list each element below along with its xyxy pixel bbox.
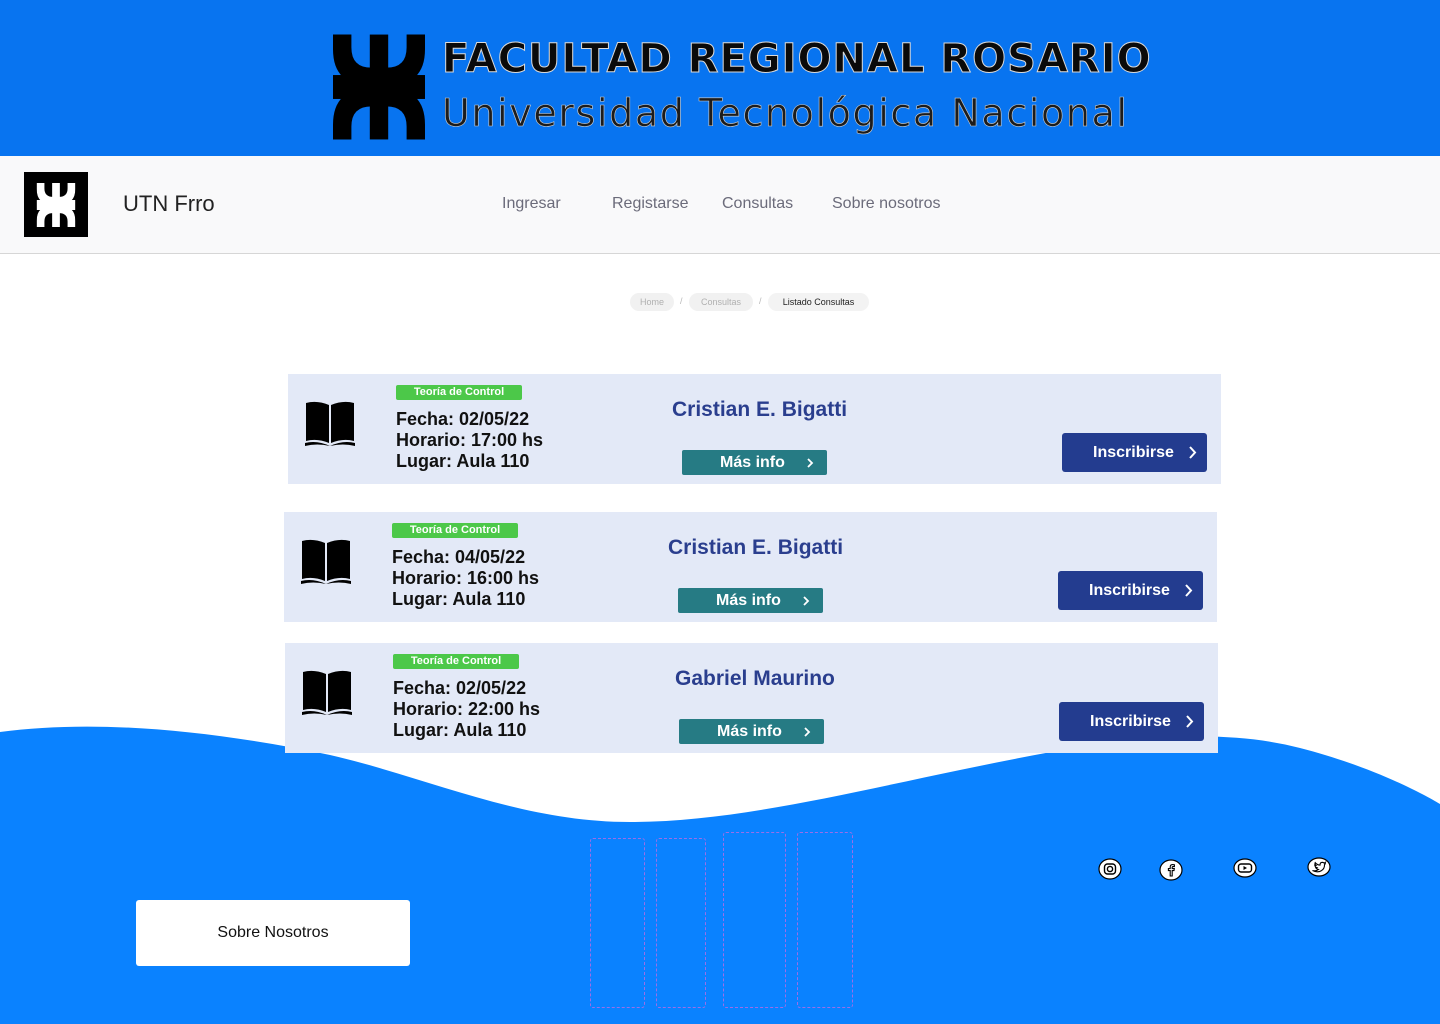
footer-placeholder-column xyxy=(797,832,853,1008)
breadcrumb-separator: / xyxy=(680,296,683,306)
facebook-icon[interactable] xyxy=(1159,859,1183,881)
utn-logo-icon xyxy=(333,34,425,140)
consulta-horario: Horario: 16:00 hs xyxy=(392,568,540,588)
nav-logo[interactable] xyxy=(24,172,88,237)
breadcrumb-separator: / xyxy=(759,296,762,306)
footer-placeholder-column xyxy=(656,838,706,1008)
inscribirse-button[interactable]: Inscribirse xyxy=(1058,571,1203,610)
instagram-icon[interactable] xyxy=(1098,858,1122,880)
professor-name: Gabriel Maurino xyxy=(675,667,835,690)
consulta-horario: Horario: 17:00 hs xyxy=(396,430,544,450)
consulta-fecha: Fecha: 04/05/22 xyxy=(392,547,526,567)
chevron-right-icon xyxy=(803,596,810,606)
footer-placeholder-column xyxy=(723,832,786,1008)
consulta-lugar: Lugar: Aula 110 xyxy=(396,451,530,471)
chevron-right-icon xyxy=(1185,584,1193,597)
inscribirse-label: Inscribirse xyxy=(1089,582,1170,599)
youtube-icon[interactable] xyxy=(1233,858,1257,880)
inscribirse-label: Inscribirse xyxy=(1093,444,1174,461)
footer-placeholder-column xyxy=(590,838,645,1008)
consulta-fecha: Fecha: 02/05/22 xyxy=(396,409,530,429)
chevron-right-icon xyxy=(1189,446,1197,459)
mas-info-label: Más info xyxy=(720,454,785,471)
brand-name[interactable]: UTN Frro xyxy=(123,191,215,217)
inscribirse-button[interactable]: Inscribirse xyxy=(1062,433,1207,472)
navbar: UTN Frro Ingresar Registarse Consultas S… xyxy=(0,156,1440,254)
nav-link-consultas[interactable]: Consultas xyxy=(722,195,793,213)
breadcrumb-current: Listado Consultas xyxy=(768,293,869,311)
subject-badge: Teoría de Control xyxy=(392,523,518,538)
consulta-horario: Horario: 22:00 hs xyxy=(393,699,541,719)
book-icon xyxy=(301,538,351,584)
professor-name: Cristian E. Bigatti xyxy=(668,536,844,559)
utn-logo-icon xyxy=(36,183,76,227)
book-icon xyxy=(305,400,355,446)
chevron-right-icon xyxy=(804,727,811,737)
nav-link-registrarse[interactable]: Registarse xyxy=(612,195,688,213)
banner-subtitle: Universidad Tecnológica Nacional xyxy=(442,91,1129,136)
chevron-right-icon xyxy=(807,458,814,468)
subject-badge: Teoría de Control xyxy=(393,654,519,669)
mas-info-button[interactable]: Más info xyxy=(682,450,827,475)
consulta-lugar: Lugar: Aula 110 xyxy=(393,720,527,740)
top-banner: FACULTAD REGIONAL ROSARIO Universidad Te… xyxy=(0,0,1440,156)
mas-info-button[interactable]: Más info xyxy=(678,588,823,613)
consulta-card: Teoría de Control Fecha: 02/05/22 Horari… xyxy=(285,643,1218,753)
consulta-fecha: Fecha: 02/05/22 xyxy=(393,678,527,698)
nav-link-sobre-nosotros[interactable]: Sobre nosotros xyxy=(832,195,941,213)
breadcrumb-consultas[interactable]: Consultas xyxy=(689,293,753,311)
banner-title: FACULTAD REGIONAL ROSARIO xyxy=(442,36,1152,83)
consulta-lugar: Lugar: Aula 110 xyxy=(392,589,526,609)
chevron-right-icon xyxy=(1186,715,1194,728)
inscribirse-label: Inscribirse xyxy=(1090,713,1171,730)
inscribirse-button[interactable]: Inscribirse xyxy=(1059,702,1204,741)
professor-name: Cristian E. Bigatti xyxy=(672,398,848,421)
mas-info-button[interactable]: Más info xyxy=(679,719,824,744)
mas-info-label: Más info xyxy=(716,592,781,609)
subject-badge: Teoría de Control xyxy=(396,385,522,400)
nav-link-ingresar[interactable]: Ingresar xyxy=(502,195,561,213)
consulta-card: Teoría de Control Fecha: 04/05/22 Horari… xyxy=(284,512,1217,622)
twitter-icon[interactable] xyxy=(1307,857,1331,879)
sobre-nosotros-button[interactable]: Sobre Nosotros xyxy=(136,900,410,966)
book-icon xyxy=(302,669,352,715)
consulta-card: Teoría de Control Fecha: 02/05/22 Horari… xyxy=(288,374,1221,484)
breadcrumb-home[interactable]: Home xyxy=(630,293,674,311)
mas-info-label: Más info xyxy=(717,723,782,740)
